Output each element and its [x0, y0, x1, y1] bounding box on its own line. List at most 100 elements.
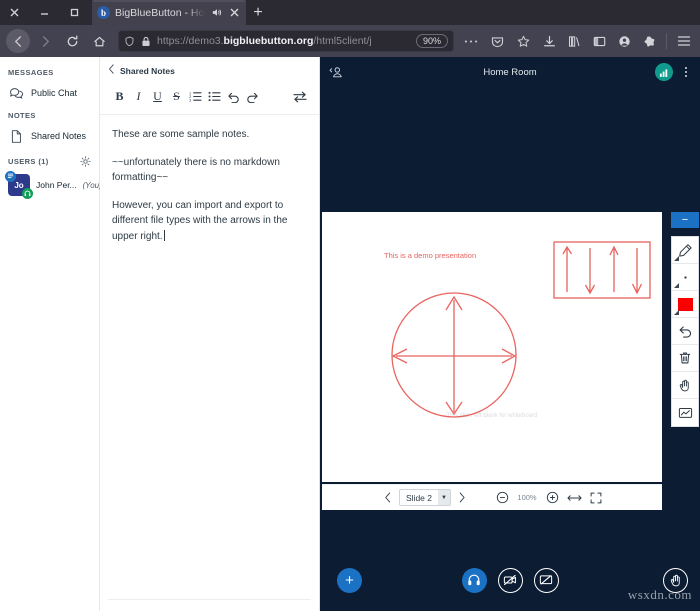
undo-icon[interactable]	[224, 87, 243, 106]
whiteboard-toolbar	[671, 236, 699, 427]
user-collapse-icon[interactable]	[329, 65, 344, 80]
notes-paragraph: These are some sample notes.	[112, 129, 250, 140]
submenu-corner-icon	[674, 283, 679, 288]
zoom-percentage: 100%	[517, 493, 537, 502]
slide-selector[interactable]: Slide 2 ▼	[399, 489, 451, 506]
account-icon[interactable]	[614, 30, 634, 52]
star-icon[interactable]	[513, 30, 533, 52]
active-color-swatch	[677, 297, 693, 311]
trash-icon[interactable]	[672, 345, 698, 372]
notes-format-toolbar: B I U S 123	[100, 81, 319, 115]
sidebar-item-label: Public Chat	[31, 88, 78, 98]
import-export-icon[interactable]	[290, 87, 309, 106]
multiuser-whiteboard-icon[interactable]	[672, 399, 698, 426]
reload-icon[interactable]	[60, 29, 84, 53]
presentation-stage: This is a demo presentation This slide l…	[320, 212, 700, 510]
audio-badge-icon	[22, 188, 33, 199]
sidebar-item-label: Shared Notes	[31, 131, 87, 141]
italic-button[interactable]: I	[129, 87, 148, 106]
next-slide-button[interactable]	[451, 487, 473, 509]
submenu-corner-icon	[674, 256, 679, 261]
ordered-list-icon[interactable]: 123	[186, 87, 205, 106]
ellipsis-icon[interactable]	[461, 30, 481, 52]
bullet-list-icon[interactable]	[205, 87, 224, 106]
tab-favicon-icon: b	[97, 6, 110, 19]
slide-label: Slide 2	[406, 492, 432, 503]
user-you-label: (You)	[82, 180, 102, 190]
app-sidebar: MESSAGES Public Chat NOTES Shared Notes …	[0, 57, 102, 611]
whiteboard-slide[interactable]: This is a demo presentation This slide l…	[322, 212, 662, 482]
fullscreen-button[interactable]	[585, 487, 607, 509]
shield-icon[interactable]	[124, 36, 135, 47]
meeting-title: Home Room	[483, 66, 537, 78]
action-bar: + wsxdn.com	[320, 549, 700, 611]
avatar: Jo	[5, 171, 33, 199]
navigation-bar: https://demo3.bigbluebutton.org/html5cli…	[0, 25, 700, 57]
extension-icon[interactable]	[639, 30, 659, 52]
maximize-window-button[interactable]	[66, 5, 82, 21]
presentation-controls: Slide 2 ▼ 100%	[322, 484, 662, 510]
close-icon[interactable]	[228, 6, 241, 19]
kebab-menu-icon[interactable]	[681, 65, 691, 79]
minimize-toolbar-button[interactable]: −	[671, 212, 699, 228]
signal-bars-icon[interactable]	[655, 63, 673, 81]
strikethrough-button[interactable]: S	[167, 87, 186, 106]
pocket-icon[interactable]	[487, 30, 507, 52]
meeting-header: Home Room	[320, 57, 700, 87]
url-bar[interactable]: https://demo3.bigbluebutton.org/html5cli…	[118, 30, 454, 52]
color-swatch[interactable]	[672, 291, 698, 318]
chat-bubble-icon	[8, 85, 24, 101]
undo-icon[interactable]	[672, 318, 698, 345]
zoom-in-button[interactable]	[541, 487, 563, 509]
user-name: John Per...	[36, 180, 77, 190]
meeting-area: Home Room This is a demo presentation Th…	[320, 57, 700, 611]
redo-icon[interactable]	[243, 87, 262, 106]
browser-tab[interactable]: b BigBlueButton - Home	[92, 0, 246, 25]
pan-hand-icon[interactable]	[672, 372, 698, 399]
zoom-level-badge[interactable]: 90%	[415, 34, 448, 48]
sidebar-item-public-chat[interactable]: Public Chat	[0, 80, 99, 106]
url-subdomain-plain: demo3.	[188, 35, 224, 47]
forward-arrow-icon[interactable]	[33, 29, 57, 53]
sidebar-icon[interactable]	[589, 30, 609, 52]
download-icon[interactable]	[539, 30, 559, 52]
chat-badge-icon	[5, 171, 16, 182]
chevron-left-icon[interactable]	[108, 64, 115, 77]
messages-heading: MESSAGES	[8, 68, 54, 77]
url-domain: bigbluebutton.org	[223, 35, 314, 47]
thickness-dot-icon[interactable]	[672, 264, 698, 291]
window-controls	[0, 0, 88, 25]
sidebar-item-shared-notes[interactable]: Shared Notes	[0, 123, 99, 149]
audio-button[interactable]	[461, 567, 487, 593]
text-caret	[163, 229, 165, 241]
pencil-icon[interactable]	[672, 237, 698, 264]
chevron-down-icon[interactable]: ▼	[438, 490, 450, 505]
shared-notes-panel: Shared Notes B I U S 123 These are some …	[100, 57, 320, 611]
user-list-item[interactable]: Jo John Per... (You)	[0, 170, 102, 200]
screenshare-off-button[interactable]	[533, 567, 559, 593]
fit-width-button[interactable]	[563, 487, 585, 509]
gear-icon[interactable]	[80, 156, 91, 167]
url-path: /html5client/j	[313, 35, 372, 47]
camera-off-button[interactable]	[497, 567, 523, 593]
zoom-out-button[interactable]	[491, 487, 513, 509]
speaker-icon[interactable]	[210, 6, 223, 19]
back-arrow-icon[interactable]	[6, 29, 30, 53]
underline-button[interactable]: U	[148, 87, 167, 106]
notes-editor[interactable]: These are some sample notes. ~~unfortuna…	[100, 115, 319, 599]
library-icon[interactable]	[564, 30, 584, 52]
minimize-window-button[interactable]	[36, 5, 52, 21]
menu-icon[interactable]	[674, 30, 694, 52]
home-icon[interactable]	[87, 29, 111, 53]
title-bar: b BigBlueButton - Home +	[0, 0, 700, 25]
bigbluebutton-app: MESSAGES Public Chat NOTES Shared Notes …	[0, 57, 700, 611]
url-text[interactable]: https://demo3.bigbluebutton.org/html5cli…	[157, 35, 410, 47]
toolbar-divider	[666, 33, 667, 49]
close-window-button[interactable]	[6, 5, 22, 21]
new-tab-button[interactable]: +	[246, 0, 270, 25]
notes-paragraph-text: However, you can import and export to di…	[112, 199, 288, 242]
submenu-corner-icon	[674, 310, 679, 315]
bold-button[interactable]: B	[110, 87, 129, 106]
previous-slide-button[interactable]	[377, 487, 399, 509]
lock-icon[interactable]	[141, 36, 151, 47]
